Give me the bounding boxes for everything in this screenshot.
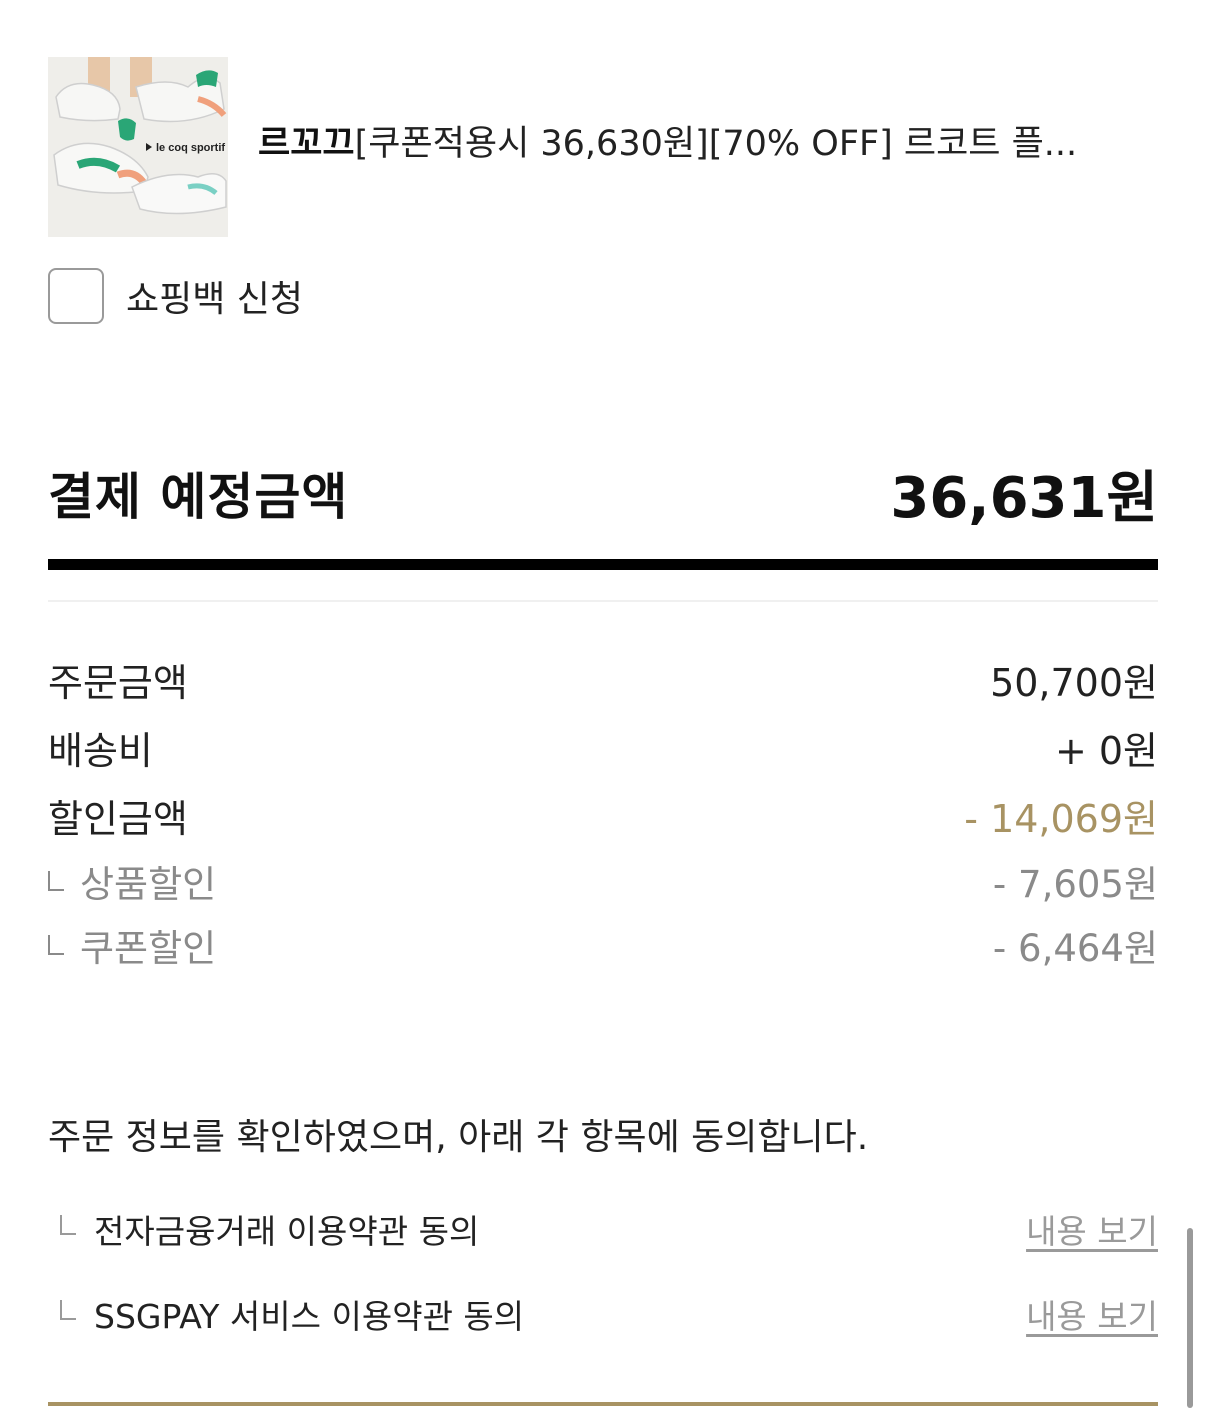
agreement-ssgpay-label: SSGPAY 서비스 이용약관 동의	[94, 1297, 525, 1336]
shopping-bag-option[interactable]: 쇼핑백 신청	[48, 268, 303, 324]
agreement-item-ssgpay: SSGPAY 서비스 이용약관 동의 내용 보기	[60, 1289, 1158, 1339]
divider-thick	[48, 559, 1158, 570]
total-value: 36,631원	[890, 465, 1158, 531]
agreement-item-label-wrap: 전자금융거래 이용약관 동의	[60, 1205, 479, 1253]
coupon-discount-value: - 6,464원	[992, 927, 1158, 970]
product-title[interactable]: 르꼬끄[쿠폰적용시 36,630원][70% OFF] 르코트 플...	[258, 122, 1077, 166]
agreement-item-label-wrap: SSGPAY 서비스 이용약관 동의	[60, 1290, 524, 1338]
scrollbar[interactable]	[1187, 1228, 1193, 1408]
discount-amount-row: 할인금액 - 14,069원	[48, 781, 1158, 849]
view-terms-link-efinance[interactable]: 내용 보기	[1026, 1205, 1158, 1253]
product-discount-label: 상품할인	[80, 863, 217, 906]
shipping-fee-value: + 0원	[1054, 728, 1158, 773]
indent-corner-icon	[48, 871, 64, 891]
indent-corner-icon	[60, 1300, 76, 1320]
product-discount-label-wrap: 상품할인	[48, 854, 216, 908]
order-amount-label: 주문금액	[48, 660, 188, 705]
product-discount-value: - 7,605원	[992, 863, 1158, 906]
view-terms-link-ssgpay[interactable]: 내용 보기	[1026, 1290, 1158, 1338]
product-thumbnail[interactable]: le coq sportif	[48, 57, 228, 237]
total-label: 결제 예정금액	[48, 468, 349, 526]
shipping-fee-row: 배송비 + 0원	[48, 713, 1158, 781]
discount-amount-label: 할인금액	[48, 796, 188, 841]
product-item[interactable]: le coq sportif 르꼬끄[쿠폰적용시 36,630원][70% OF…	[48, 57, 1158, 237]
coupon-discount-label: 쿠폰할인	[80, 927, 217, 970]
price-breakdown: 주문금액 50,700원 배송비 + 0원 할인금액 - 14,069원 상품할…	[48, 645, 1158, 977]
order-summary-page: le coq sportif 르꼬끄[쿠폰적용시 36,630원][70% OF…	[0, 0, 1206, 1408]
product-name: [쿠폰적용시 36,630원][70% OFF] 르코트 플...	[354, 124, 1078, 164]
total-row: 결제 예정금액 36,631원	[48, 458, 1158, 531]
indent-corner-icon	[60, 1215, 76, 1235]
product-brand: 르꼬끄	[258, 124, 355, 164]
divider-thin	[48, 600, 1158, 602]
shopping-bag-checkbox[interactable]	[48, 268, 104, 324]
indent-corner-icon	[48, 935, 64, 955]
divider-gold	[48, 1402, 1158, 1406]
agreement-heading: 주문 정보를 확인하였으며, 아래 각 항목에 동의합니다.	[48, 1117, 869, 1158]
coupon-discount-label-wrap: 쿠폰할인	[48, 918, 216, 972]
shopping-bag-label: 쇼핑백 신청	[126, 279, 304, 320]
agreement-item-efinance: 전자금융거래 이용약관 동의 내용 보기	[60, 1204, 1158, 1254]
brand-logo-text: le coq sportif	[156, 142, 225, 154]
discount-amount-value: - 14,069원	[964, 796, 1158, 841]
order-amount-value: 50,700원	[990, 660, 1158, 705]
coupon-discount-row: 쿠폰할인 - 6,464원	[48, 913, 1158, 977]
agreement-efinance-label: 전자금융거래 이용약관 동의	[94, 1212, 480, 1251]
shipping-fee-label: 배송비	[48, 728, 153, 773]
product-discount-row: 상품할인 - 7,605원	[48, 849, 1158, 913]
order-amount-row: 주문금액 50,700원	[48, 645, 1158, 713]
